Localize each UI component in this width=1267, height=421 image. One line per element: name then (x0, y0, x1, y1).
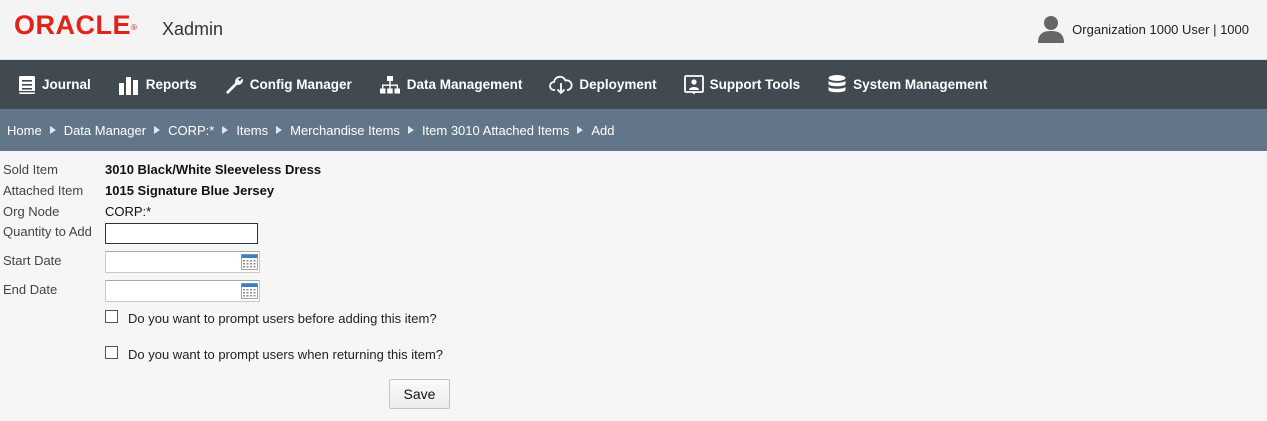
prompt-adding-label: Do you want to prompt users before addin… (128, 311, 437, 326)
breadcrumb-separator (49, 126, 56, 134)
end-date-field[interactable] (105, 280, 260, 302)
breadcrumb-separator (222, 126, 229, 134)
breadcrumb-attached-items[interactable]: Item 3010 Attached Items (422, 123, 569, 138)
nav-journal[interactable]: Journal (18, 60, 91, 109)
database-icon (828, 74, 846, 92)
nav-config-manager[interactable]: Config Manager (224, 60, 352, 109)
calendar-icon[interactable] (241, 283, 258, 299)
prompt-returning-label: Do you want to prompt users when returni… (128, 347, 444, 362)
breadcrumb-corp[interactable]: CORP:* (168, 123, 214, 138)
calendar-icon[interactable] (241, 254, 258, 270)
nav-data-management[interactable]: Data Management (379, 60, 523, 109)
bar-chart-icon (118, 76, 138, 95)
cloud-download-icon (549, 75, 573, 94)
org-node-value: CORP:* (105, 204, 152, 219)
nav-reports-label: Reports (145, 77, 197, 92)
nav-journal-label: Journal (42, 77, 91, 92)
start-date-input[interactable] (108, 253, 240, 273)
main-navbar: Journal Reports Config Manager Data Mana… (0, 60, 1267, 109)
form-area: Sold Item 3010 Black/White Sleeveless Dr… (0, 151, 1267, 421)
attached-item-label: Attached Item (3, 183, 84, 198)
app-name: Xadmin (162, 19, 224, 39)
start-date-label: Start Date (3, 253, 62, 268)
quantity-label: Quantity to Add (3, 224, 92, 239)
nav-deployment-label: Deployment (579, 77, 657, 92)
user-label: Organization 1000 User | 1000 (1072, 21, 1249, 37)
user-menu[interactable]: Organization 1000 User | 1000 (1038, 15, 1249, 43)
prompt-adding-checkbox[interactable] (105, 310, 118, 323)
app-header: ORACLE® Xadmin Organization 1000 User | … (0, 0, 1267, 60)
logo-text: ORACLE (14, 10, 131, 40)
breadcrumb-separator (154, 126, 161, 134)
nav-support-tools[interactable]: Support Tools (683, 60, 801, 109)
nav-config-manager-label: Config Manager (249, 77, 352, 92)
nav-data-management-label: Data Management (406, 77, 523, 92)
end-date-label: End Date (3, 282, 58, 297)
breadcrumb: Home Data Manager CORP:* Items Merchandi… (0, 109, 1267, 151)
sold-item-label: Sold Item (3, 162, 58, 177)
end-date-input[interactable] (108, 282, 240, 302)
oracle-logo[interactable]: ORACLE® (14, 12, 137, 39)
attached-item-value: 1015 Signature Blue Jersey (105, 183, 275, 198)
journal-icon (19, 75, 35, 94)
nav-deployment[interactable]: Deployment (549, 60, 657, 109)
user-icon (1038, 16, 1065, 43)
breadcrumb-data-manager[interactable]: Data Manager (64, 123, 146, 138)
wrench-icon (225, 76, 243, 94)
prompt-returning-checkbox[interactable] (105, 346, 118, 359)
hierarchy-icon (379, 75, 400, 93)
registered-mark: ® (131, 23, 138, 32)
sold-item-value: 3010 Black/White Sleeveless Dress (105, 162, 322, 177)
save-button[interactable]: Save (389, 379, 450, 409)
support-icon (683, 74, 704, 94)
breadcrumb-current: Add (591, 122, 615, 138)
breadcrumb-merchandise-items[interactable]: Merchandise Items (290, 123, 400, 138)
nav-system-management-label: System Management (853, 77, 988, 92)
nav-support-tools-label: Support Tools (709, 77, 801, 92)
start-date-field[interactable] (105, 251, 260, 273)
org-node-label: Org Node (3, 204, 60, 219)
breadcrumb-items[interactable]: Items (236, 123, 268, 138)
breadcrumb-separator (407, 126, 414, 134)
breadcrumb-separator (276, 126, 283, 134)
breadcrumb-separator (577, 126, 584, 134)
breadcrumb-home[interactable]: Home (7, 123, 42, 138)
quantity-input[interactable] (105, 223, 258, 244)
nav-reports[interactable]: Reports (118, 60, 197, 109)
nav-system-management[interactable]: System Management (827, 60, 987, 109)
